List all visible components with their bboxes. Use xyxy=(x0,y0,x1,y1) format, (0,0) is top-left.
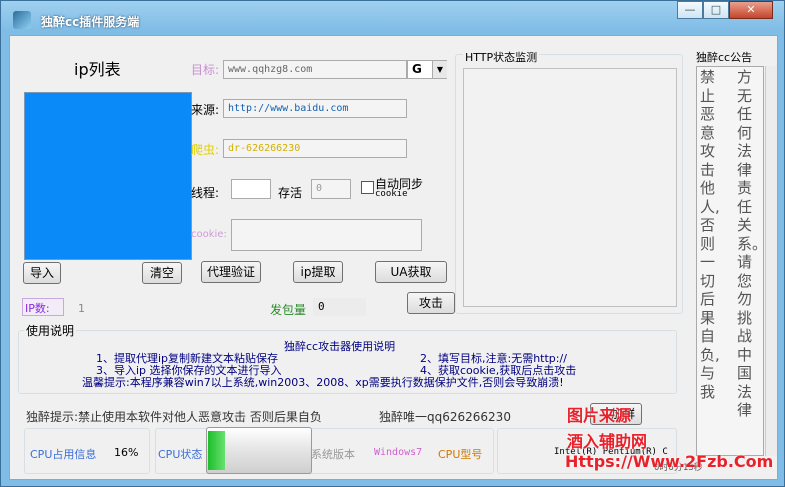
minimize-button[interactable]: — xyxy=(677,1,703,19)
proxy-verify-button[interactable]: 代理验证 xyxy=(201,261,261,283)
sys-version-label: 系统版本 xyxy=(311,448,355,461)
cookie-label: cookie: xyxy=(191,229,227,240)
target-label: 目标: xyxy=(191,63,220,77)
notice-column-2: 禁止恶意攻击他人,否则一切后果自负,与我 xyxy=(700,68,720,401)
spider-label: 爬虫: xyxy=(191,143,220,157)
watermark-line-3: Https://Www.2Fzb.Com xyxy=(565,452,774,471)
import-button[interactable]: 导入 xyxy=(23,262,61,284)
http-monitor-title: HTTP状态监测 xyxy=(463,49,540,65)
packets-field: 0 xyxy=(313,298,366,316)
http-monitor-box[interactable] xyxy=(463,68,677,307)
auto-sync-cookie-label: cookie xyxy=(375,189,408,199)
cpu-state-meter xyxy=(206,427,312,474)
cpu-model-label: CPU型号 xyxy=(438,448,483,461)
cpu-usage-label: CPU占用信息 xyxy=(30,448,97,461)
usage-title: 使用说明 xyxy=(24,322,77,339)
cpu-usage-value: 16% xyxy=(114,446,139,459)
notice-scrollbar[interactable] xyxy=(765,66,777,456)
cpu-state-label: CPU状态 xyxy=(158,448,203,461)
usage-heading: 独醉cc攻击器使用说明 xyxy=(284,340,396,353)
cookie-input[interactable] xyxy=(231,219,422,251)
ip-count-value: 1 xyxy=(78,302,85,315)
ip-extract-button[interactable]: ip提取 xyxy=(293,261,343,283)
threads-input[interactable] xyxy=(231,179,271,199)
threads-label: 线程: xyxy=(191,186,220,200)
close-button[interactable]: ✕ xyxy=(729,1,773,19)
app-window: 独醉cc插件服务端 — □ ✕ ip列表 导入 清空 目标: www.qqhzg… xyxy=(0,0,785,487)
title-bar[interactable]: 独醉cc插件服务端 — □ ✕ xyxy=(1,1,785,35)
engine-select-value: G xyxy=(412,62,422,76)
watermark-line-2: 酒入辅助网 xyxy=(567,432,648,451)
notice-box[interactable]: 禁止恶意攻击他人,否则一切后果自负,与我 方无任何法律责任关系。请您勿挑战中国法… xyxy=(696,66,764,456)
survive-label: 存活 xyxy=(278,186,303,200)
survive-input[interactable]: 0 xyxy=(311,179,351,199)
engine-select[interactable]: G ▼ xyxy=(407,60,447,79)
ip-list-title: ip列表 xyxy=(74,60,121,79)
notice-title: 独醉cc公告 xyxy=(696,51,753,64)
maximize-button[interactable]: □ xyxy=(703,1,729,19)
packets-label: 发包量 xyxy=(270,303,307,317)
cpu-state-fill xyxy=(208,431,225,470)
notice-column-1: 方无任何法律责任关系。请您勿挑战中国法律 xyxy=(737,68,763,419)
source-label: 来源: xyxy=(191,103,220,117)
ip-list-box[interactable] xyxy=(24,92,192,260)
app-icon xyxy=(13,11,31,29)
chevron-down-icon: ▼ xyxy=(432,61,447,78)
watermark-line-1: 图片来源 xyxy=(567,406,632,425)
clear-button[interactable]: 清空 xyxy=(142,262,182,284)
ua-get-button[interactable]: UA获取 xyxy=(375,261,447,283)
main-panel: ip列表 导入 清空 目标: www.qqhzg8.com G ▼ 来源: ht… xyxy=(9,35,778,480)
source-input[interactable]: http://www.baidu.com xyxy=(223,99,407,118)
target-input[interactable]: www.qqhzg8.com xyxy=(223,60,407,79)
auto-sync-checkbox[interactable] xyxy=(361,181,374,194)
packets-value: 0 xyxy=(318,300,325,313)
ip-count-label: IP数: xyxy=(25,302,50,315)
ip-count-badge: IP数: xyxy=(22,298,64,316)
footer-contact: 独醉唯一qq626266230 xyxy=(379,410,511,424)
footer-warning: 独醉提示:禁止使用本软件对他人恶意攻击 否则后果自负 xyxy=(26,410,322,424)
window-title: 独醉cc插件服务端 xyxy=(41,15,140,29)
spider-input[interactable]: dr-626266230 xyxy=(223,139,407,158)
sys-version-value: Windows7 xyxy=(374,447,423,458)
attack-button[interactable]: 攻击 xyxy=(407,292,455,314)
usage-tip: 温馨提示:本程序兼容win7以上系统,win2003、2008、xp需要执行数据… xyxy=(82,376,564,389)
